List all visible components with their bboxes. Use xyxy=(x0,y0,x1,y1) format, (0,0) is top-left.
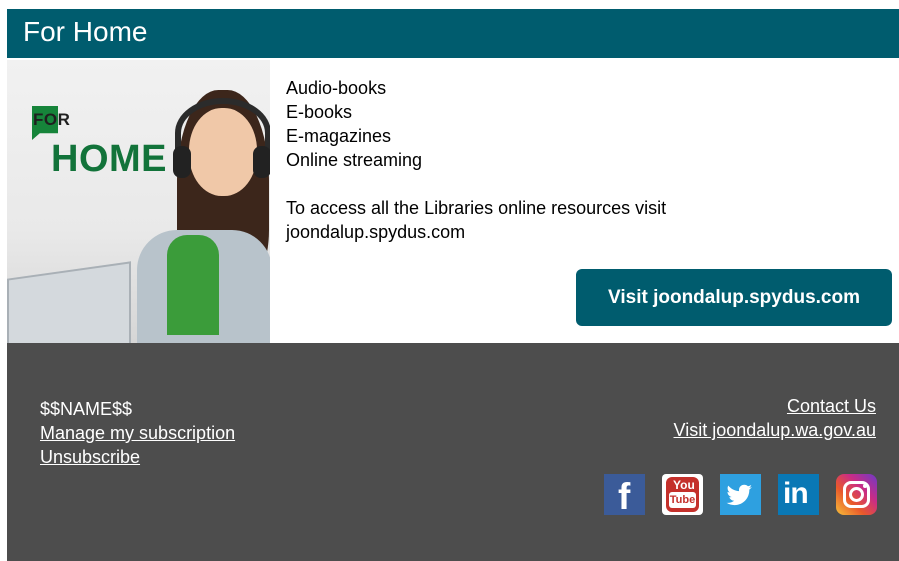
shirt-illustration xyxy=(167,235,219,335)
list-item: Audio-books xyxy=(286,78,387,98)
laptop-illustration xyxy=(7,261,131,343)
email-frame: For Home FOR HOME Audio-books E-books E-… xyxy=(7,9,899,561)
logo-home-text: HOME xyxy=(51,138,167,180)
linkedin-glyph: in xyxy=(783,477,809,510)
section-header: For Home xyxy=(7,9,899,58)
list-item: E-magazines xyxy=(286,126,392,146)
instagram-icon[interactable] xyxy=(836,474,877,515)
list-item: E-books xyxy=(286,102,353,122)
facebook-icon[interactable]: f xyxy=(604,474,645,517)
list-item: Online streaming xyxy=(286,150,423,170)
twitter-icon[interactable] xyxy=(720,474,761,515)
visit-council-link[interactable]: Visit joondalup.wa.gov.au xyxy=(674,420,876,440)
instagram-lens xyxy=(849,487,864,502)
instagram-dot xyxy=(863,484,867,488)
unsubscribe-link[interactable]: Unsubscribe xyxy=(40,447,140,467)
resource-list: Audio-books E-books E-magazines Online s… xyxy=(286,76,422,172)
manage-subscription-link[interactable]: Manage my subscription xyxy=(40,423,235,443)
twitter-bird-icon xyxy=(726,484,752,506)
youtube-top-text: You xyxy=(673,478,695,492)
recipient-name: $$NAME$$ xyxy=(40,399,133,419)
promo-block: FOR HOME Audio-books E-books E-magazines… xyxy=(7,58,899,343)
footer-left: $$NAME$$ Manage my subscription Unsubscr… xyxy=(40,397,235,469)
for-home-image: FOR HOME xyxy=(7,60,270,343)
access-text: To access all the Libraries online resou… xyxy=(286,198,667,242)
visit-spydus-button[interactable]: Visit joondalup.spydus.com xyxy=(576,269,892,326)
footer: $$NAME$$ Manage my subscription Unsubscr… xyxy=(7,343,899,561)
youtube-icon[interactable]: You Tube xyxy=(662,474,703,515)
headphone-left-cup xyxy=(173,146,191,178)
logo-for-text: FOR xyxy=(33,110,71,129)
youtube-bottom-text: Tube xyxy=(669,492,696,508)
linkedin-icon[interactable]: in xyxy=(778,474,819,515)
social-icons: f You Tube in xyxy=(604,474,877,517)
headphone-right-cup xyxy=(253,146,270,178)
footer-right: Contact Us Visit joondalup.wa.gov.au xyxy=(674,394,876,442)
contact-us-link[interactable]: Contact Us xyxy=(787,396,876,416)
section-title: For Home xyxy=(23,16,148,47)
facebook-glyph: f xyxy=(618,476,631,517)
